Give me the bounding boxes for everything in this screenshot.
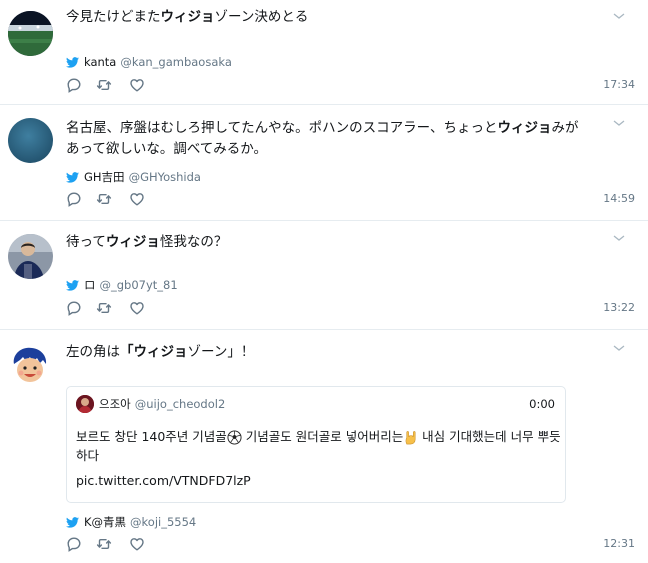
timestamp[interactable]: 14:59	[603, 191, 635, 207]
timestamp[interactable]: 12:31	[603, 536, 635, 552]
quoted-tweet[interactable]: 으조아 @uijo_cheodol2 0:00 보르도 창단 140주년 기념골 …	[66, 386, 566, 503]
handle: @kan_gambaosaka	[120, 55, 232, 69]
tweet-text: 名古屋、序盤はむしろ押してたんやな。ポハンのスコアラー、ちょっとウィジョみがあっ…	[66, 120, 579, 157]
soccer-ball-icon	[227, 430, 242, 445]
twitter-bird-icon	[66, 280, 79, 291]
tweet-1[interactable]: 今見たけどまたウィジョゾーン決めとる kanta @kan_gambaosaka …	[0, 0, 648, 104]
quoted-author[interactable]: 으조아 @uijo_cheodol2	[99, 396, 225, 412]
avatar[interactable]	[8, 342, 53, 387]
sign-of-horns-icon	[405, 431, 416, 445]
display-name: GH吉田	[84, 170, 125, 184]
display-name: kanta	[84, 55, 117, 69]
display-name: K@青黒	[84, 515, 127, 529]
chevron-down-icon[interactable]	[612, 233, 626, 243]
avatar[interactable]	[8, 118, 53, 163]
like-icon[interactable]	[129, 300, 145, 316]
reply-icon[interactable]	[66, 77, 82, 93]
tweet-2[interactable]: 名古屋、序盤はむしろ押してたんやな。ポハンのスコアラー、ちょっとウィジョみがあっ…	[0, 105, 648, 220]
like-icon[interactable]	[129, 191, 145, 207]
tweet-author[interactable]: kanta @kan_gambaosaka	[66, 54, 232, 70]
chevron-down-icon[interactable]	[612, 118, 626, 128]
quoted-handle: @uijo_cheodol2	[134, 397, 226, 411]
quoted-avatar[interactable]	[76, 395, 94, 413]
reply-icon[interactable]	[66, 300, 82, 316]
chevron-down-icon[interactable]	[612, 11, 626, 21]
tweet-3[interactable]: 待ってウィジョ怪我なの？ ロ @_gb07yt_81 13:22	[0, 221, 648, 329]
timestamp[interactable]: 13:22	[603, 300, 635, 316]
like-icon[interactable]	[129, 536, 145, 552]
quoted-display-name: 으조아	[99, 397, 131, 411]
handle: @GHYoshida	[128, 170, 201, 184]
chevron-down-icon[interactable]	[612, 343, 626, 353]
display-name: ロ	[84, 278, 96, 292]
avatar[interactable]	[8, 11, 53, 56]
avatar[interactable]	[8, 234, 53, 279]
tweet-text: 左の角は「ウィジョゾーン」！	[66, 344, 255, 360]
retweet-icon[interactable]	[96, 536, 112, 552]
retweet-icon[interactable]	[96, 77, 112, 93]
handle: @_gb07yt_81	[99, 278, 178, 292]
handle: @koji_5554	[130, 515, 197, 529]
tweet-author[interactable]: GH吉田 @GHYoshida	[66, 169, 201, 185]
like-icon[interactable]	[129, 77, 145, 93]
twitter-bird-icon	[66, 172, 79, 183]
quoted-link[interactable]: pic.twitter.com/VTNDFD7lzP	[76, 471, 251, 490]
timestamp[interactable]: 17:34	[603, 77, 635, 93]
quoted-timestamp[interactable]: 0:00	[529, 396, 555, 412]
quoted-text: 보르도 창단 140주년 기념골 기념골도 원더골로 넣어버리는 내심 기대했는…	[76, 429, 561, 463]
retweet-icon[interactable]	[96, 191, 112, 207]
twitter-bird-icon	[66, 517, 79, 528]
tweet-text: 待ってウィジョ怪我なの？	[66, 234, 228, 250]
reply-icon[interactable]	[66, 536, 82, 552]
retweet-icon[interactable]	[96, 300, 112, 316]
tweet-author[interactable]: ロ @_gb07yt_81	[66, 277, 178, 293]
tweet-author[interactable]: K@青黒 @koji_5554	[66, 514, 196, 530]
reply-icon[interactable]	[66, 191, 82, 207]
tweet-text: 今見たけどまたウィジョゾーン決めとる	[66, 9, 309, 25]
twitter-bird-icon	[66, 57, 79, 68]
